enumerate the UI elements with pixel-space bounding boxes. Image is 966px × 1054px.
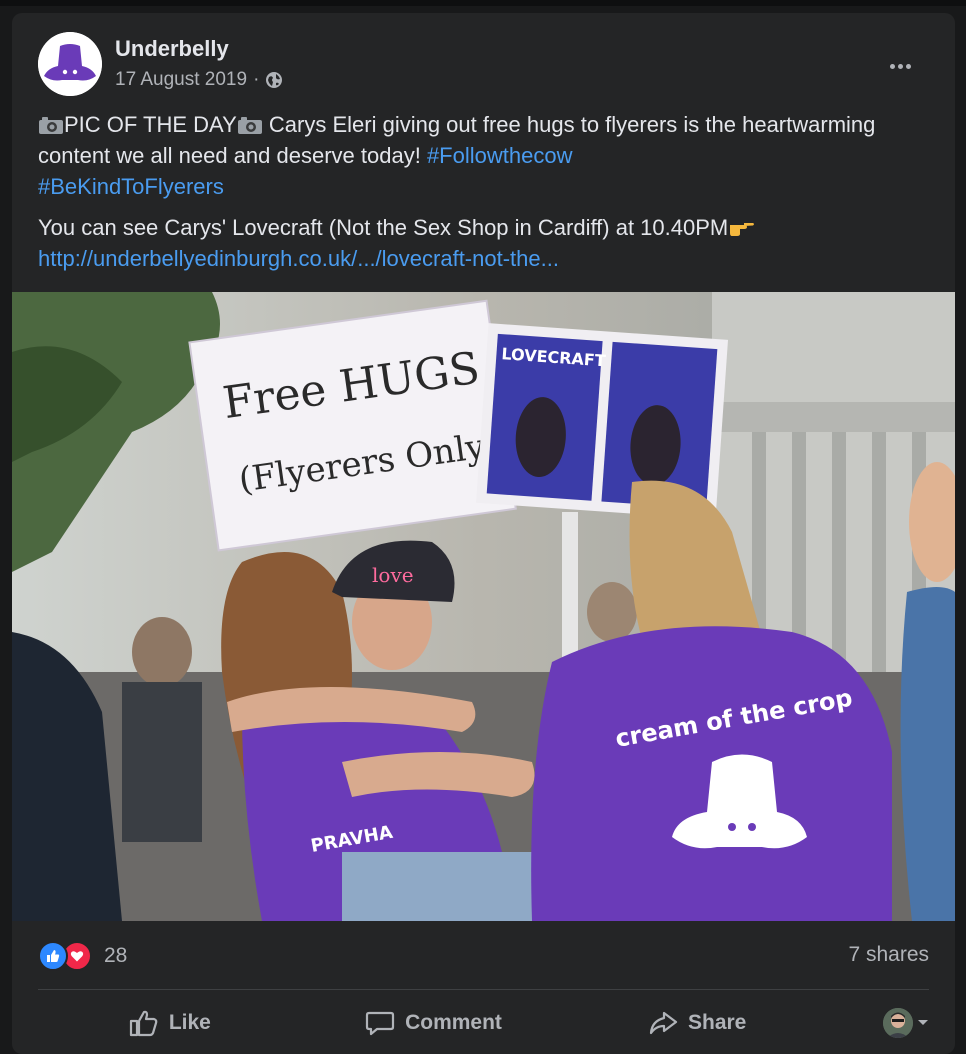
post-link[interactable]: http://underbellyedinburgh.co.uk/.../lov…	[38, 246, 559, 271]
hashtag-followthecow[interactable]: #Followthecow	[427, 143, 573, 168]
reaction-count: 28	[104, 944, 128, 967]
cow-logo-icon	[38, 32, 102, 96]
post-text-show: You can see Carys' Lovecraft (Not the Se…	[38, 215, 729, 240]
user-avatar	[883, 1008, 914, 1038]
chevron-down-icon	[918, 1020, 929, 1025]
post-as-selector[interactable]	[829, 1001, 929, 1045]
shares-count[interactable]: 7 shares	[848, 943, 929, 967]
like-reaction-icon	[38, 941, 68, 971]
post-text-pic-of-day: PIC OF THE DAY	[64, 112, 237, 137]
share-label: Share	[687, 1011, 747, 1034]
globe-icon[interactable]	[265, 71, 283, 89]
camera-icon	[39, 117, 63, 134]
camera-icon	[237, 117, 262, 134]
share-button[interactable]: Share	[565, 1001, 829, 1045]
photo-illustration: Free HUGS (Flyerers Only) LOVECRAFT PRAV…	[12, 292, 955, 921]
reactions-summary[interactable]: 28	[38, 941, 127, 971]
post-paragraph-2: You can see Carys' Lovecraft (Not the Se…	[38, 212, 918, 274]
post-header: Underbelly 17 August 2019 ·	[38, 32, 955, 96]
post-card: Underbelly 17 August 2019 · PIC OF THE D…	[12, 13, 955, 1054]
top-bar	[0, 0, 966, 6]
page-avatar[interactable]	[38, 32, 102, 96]
post-paragraph-1: PIC OF THE DAY Carys Eleri giving out fr…	[38, 109, 918, 202]
pointing-hand-icon	[730, 223, 755, 236]
comment-button[interactable]: Comment	[302, 1001, 566, 1045]
thumbs-up-icon	[129, 1010, 158, 1037]
like-label: Like	[168, 1011, 211, 1034]
page-name[interactable]: Underbelly	[115, 36, 229, 62]
post-text: PIC OF THE DAY Carys Eleri giving out fr…	[38, 109, 918, 274]
hashtag-bekindtoflyerers[interactable]: #BeKindToFlyerers	[38, 174, 224, 199]
divider	[38, 989, 929, 990]
cap-text: love	[372, 563, 414, 587]
post-photo[interactable]: Free HUGS (Flyerers Only) LOVECRAFT PRAV…	[12, 292, 955, 921]
comment-icon	[365, 1011, 395, 1036]
share-icon	[649, 1011, 678, 1035]
post-date[interactable]: 17 August 2019	[115, 69, 247, 91]
more-icon[interactable]	[885, 56, 915, 76]
comment-label: Comment	[405, 1011, 502, 1034]
action-bar: Like Comment Share	[38, 1001, 929, 1045]
meta-separator: ·	[253, 69, 260, 90]
post-meta: 17 August 2019 ·	[115, 69, 283, 91]
like-button[interactable]: Like	[38, 1001, 302, 1045]
